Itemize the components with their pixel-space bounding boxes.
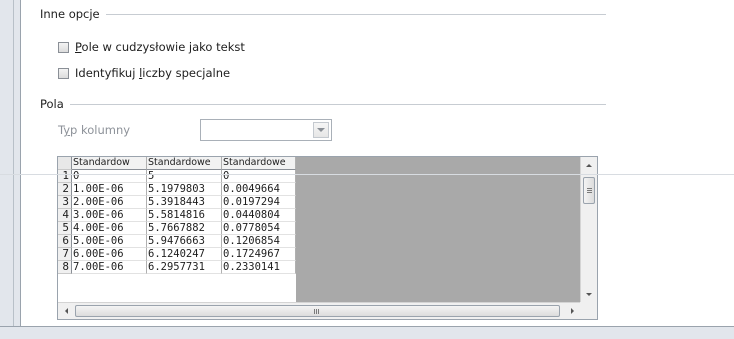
table-cell: 6.1240247 [147, 248, 222, 261]
grid-empty-area [296, 157, 580, 302]
table-cell: 0.2330141 [222, 261, 296, 274]
table-cell: 0 [72, 170, 147, 183]
other-options-title: Inne opcje [40, 7, 100, 21]
table-cell: 5.9476663 [147, 235, 222, 248]
column-type-select[interactable] [200, 119, 332, 141]
table-cell: 0.0049664 [222, 183, 296, 196]
table-cell: 5.00E-06 [72, 235, 147, 248]
scroll-right-icon[interactable] [564, 303, 580, 319]
table-cell: 0.0197294 [222, 196, 296, 209]
table-cell: 6.00E-06 [72, 248, 147, 261]
quoted-as-text-option[interactable]: Pole w cudzysłowie jako tekst [58, 40, 245, 54]
scrollbar-corner [580, 302, 597, 319]
table-cell: 2.00E-06 [72, 196, 147, 209]
table-cell: 5.5814816 [147, 209, 222, 222]
grid-data-area[interactable]: Standardow Standardowe Standardowe 1 0 5… [58, 157, 580, 302]
fields-title: Pola [40, 97, 64, 111]
window-bottom-frame [0, 326, 734, 339]
table-cell: 5 [147, 170, 222, 183]
quoted-as-text-label: Pole w cudzysłowie jako tekst [75, 40, 245, 54]
table-cell: 3.00E-06 [72, 209, 147, 222]
vertical-scrollbar[interactable] [580, 157, 597, 302]
column-type-label: Typ kolumny [58, 123, 131, 137]
table-row: 3 2.00E-06 5.3918443 0.0197294 [58, 196, 296, 209]
scroll-up-icon[interactable] [581, 157, 597, 173]
table-row: 6 5.00E-06 5.9476663 0.1206854 [58, 235, 296, 248]
table-cell: 1.00E-06 [72, 183, 147, 196]
table-cell: 0.0440804 [222, 209, 296, 222]
table-row: 1 0 5 0 [58, 170, 296, 183]
vertical-scroll-thumb[interactable] [583, 177, 595, 204]
scroll-down-icon[interactable] [581, 286, 597, 302]
detect-special-numbers-checkbox[interactable] [58, 67, 69, 79]
table-cell: 0.0778054 [222, 222, 296, 235]
table-cell: 0.1724967 [222, 248, 296, 261]
horizontal-scroll-thumb[interactable] [75, 305, 560, 317]
table-cell: 4.00E-06 [72, 222, 147, 235]
section-divider [70, 104, 606, 105]
table-cell: 7.00E-06 [72, 261, 147, 274]
table-cell: 5.1979803 [147, 183, 222, 196]
table-row: 8 7.00E-06 6.2957731 0.2330141 [58, 261, 296, 274]
column-header[interactable]: Standardow [72, 157, 147, 170]
table-row: 4 3.00E-06 5.5814816 0.0440804 [58, 209, 296, 222]
table-cell: 5.3918443 [147, 196, 222, 209]
quoted-as-text-checkbox[interactable] [58, 41, 69, 53]
chevron-down-icon[interactable] [313, 122, 329, 138]
table-cell: 6.2957731 [147, 261, 222, 274]
window-left-frame [0, 0, 21, 338]
overlay-line [0, 174, 734, 175]
scroll-left-icon[interactable] [58, 303, 74, 319]
column-header[interactable]: Standardowe [147, 157, 222, 170]
detect-special-numbers-option[interactable]: Identyfikuj liczby specjalne [58, 66, 230, 80]
detect-special-numbers-label: Identyfikuj liczby specjalne [75, 66, 231, 80]
column-header[interactable]: Standardowe [222, 157, 296, 170]
table-row: 2 1.00E-06 5.1979803 0.0049664 [58, 183, 296, 196]
table-cell: 5.7667882 [147, 222, 222, 235]
table-row: 5 4.00E-06 5.7667882 0.0778054 [58, 222, 296, 235]
horizontal-scrollbar[interactable] [58, 302, 580, 319]
table-cell: 0.1206854 [222, 235, 296, 248]
preview-grid[interactable]: Standardow Standardowe Standardowe 1 0 5… [57, 156, 598, 320]
row-number: 8 [58, 261, 72, 274]
table-row: 7 6.00E-06 6.1240247 0.1724967 [58, 248, 296, 261]
section-divider [106, 14, 606, 15]
table-cell: 0 [222, 170, 296, 183]
grid-header-row: Standardow Standardowe Standardowe [58, 157, 296, 170]
